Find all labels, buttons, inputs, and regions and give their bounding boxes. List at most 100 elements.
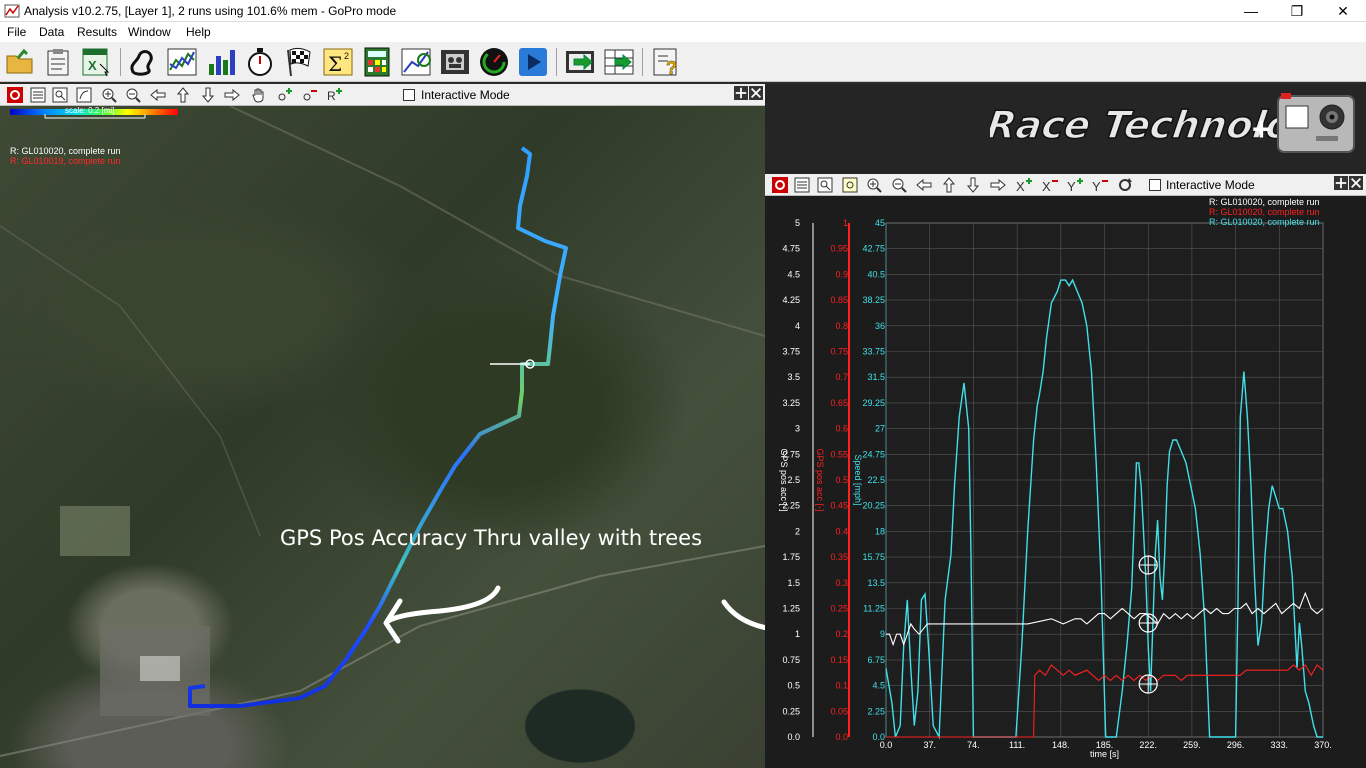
map-window: R Interactive Mode scale: 0.2 [mi] R: GL… <box>0 84 765 768</box>
annotation-text: GPS Pos Accuracy Thru valley with trees <box>280 526 703 550</box>
annotation-arrow-left <box>385 585 501 624</box>
dock-move-icon[interactable] <box>1334 176 1348 190</box>
x-tick-label: 333. <box>1271 740 1289 750</box>
y-tick-label: 18 <box>875 526 885 536</box>
x-tick-label: 222. <box>1139 740 1157 750</box>
y-tick-label: 0.5 <box>787 681 800 691</box>
y-tick-label: 3.25 <box>782 398 800 408</box>
menu-help[interactable]: Help <box>186 25 211 39</box>
y-tick-label: 2 <box>795 526 800 536</box>
y-tick-label: 0.0 <box>787 732 800 742</box>
x-add-icon[interactable]: X <box>1016 177 1032 193</box>
calculator-icon[interactable] <box>361 46 393 78</box>
y-tick-label: 4.5 <box>787 269 800 279</box>
line-graph-icon[interactable] <box>166 46 198 78</box>
y-tick-label: 33.75 <box>862 347 885 357</box>
y-axis-label: GPS pos acc [-] <box>815 448 825 511</box>
y-tick-label: 0.75 <box>782 655 800 665</box>
hand-pan-icon[interactable] <box>251 87 267 103</box>
graph-toolbar: X X Y Y Interactive Mode <box>765 174 1366 196</box>
graph-interactive-mode-checkbox[interactable] <box>1149 179 1161 191</box>
open-folder-icon[interactable] <box>4 46 36 78</box>
play-icon[interactable] <box>517 46 549 78</box>
map-view[interactable]: scale: 0.2 [mi] R: GL010020, complete ru… <box>0 106 765 768</box>
x-tick-label: 37. <box>923 740 936 750</box>
arrow-up-icon[interactable] <box>175 87 191 103</box>
arrow-left-icon[interactable] <box>150 87 166 103</box>
export-video-icon[interactable] <box>564 46 596 78</box>
bar-chart-icon[interactable] <box>205 46 237 78</box>
graph-close-icon[interactable] <box>1349 176 1363 190</box>
y-tick-label: 0.35 <box>830 552 848 562</box>
refresh-icon[interactable] <box>1117 177 1133 193</box>
y-axis-label: Speed [mph] <box>853 454 863 505</box>
excel-icon[interactable]: X <box>80 46 112 78</box>
settings-icon[interactable] <box>772 177 788 193</box>
menu-results[interactable]: Results <box>77 25 117 39</box>
minimize-button[interactable]: — <box>1228 0 1274 22</box>
reset-marker-icon[interactable]: R <box>326 87 342 103</box>
zoom-in-icon[interactable] <box>101 87 117 103</box>
svg-text:?: ? <box>666 58 677 78</box>
y-tick-label: 5 <box>795 218 800 228</box>
svg-text:X: X <box>1016 179 1025 193</box>
add-marker-icon[interactable] <box>276 87 292 103</box>
x-tick-label: 148. <box>1052 740 1070 750</box>
checkered-flag-icon[interactable] <box>283 46 315 78</box>
gauge-icon[interactable] <box>478 46 510 78</box>
video-icon[interactable] <box>439 46 471 78</box>
dock-move-icon[interactable] <box>734 86 748 100</box>
arrow-right-icon[interactable] <box>990 177 1006 193</box>
menu-data[interactable]: Data <box>39 25 64 39</box>
app-icon <box>4 4 20 18</box>
track-map-icon[interactable] <box>127 46 159 78</box>
y-tick-label: 0.05 <box>830 706 848 716</box>
arrow-down-icon[interactable] <box>200 87 216 103</box>
clipboard-icon[interactable] <box>42 46 74 78</box>
map-close-icon[interactable] <box>749 86 763 100</box>
y-add-icon[interactable]: Y <box>1067 177 1083 193</box>
x-tick-label: 111. <box>1009 740 1025 750</box>
x-tick-label: 0.0 <box>880 740 893 750</box>
draw-icon[interactable] <box>76 87 92 103</box>
arrow-right-icon[interactable] <box>224 87 240 103</box>
zoom-region-icon[interactable] <box>842 177 858 193</box>
maximize-button[interactable]: ❐ <box>1274 0 1320 22</box>
xy-plot-icon[interactable] <box>400 46 432 78</box>
arrow-up-icon[interactable] <box>941 177 957 193</box>
stopwatch-icon[interactable] <box>244 46 276 78</box>
zoom-in-icon[interactable] <box>866 177 882 193</box>
menu-window[interactable]: Window <box>128 25 171 39</box>
x-remove-icon[interactable]: X <box>1042 177 1058 193</box>
svg-text:Y: Y <box>1067 179 1076 193</box>
menu-file[interactable]: File <box>7 25 26 39</box>
toolbar-separator <box>120 48 121 76</box>
export-table-icon[interactable] <box>603 46 635 78</box>
arrow-down-icon[interactable] <box>965 177 981 193</box>
scale-label: scale: 0.2 [mi] <box>65 106 115 115</box>
zoom-window-icon[interactable] <box>52 87 68 103</box>
list-icon[interactable] <box>30 87 46 103</box>
graph-window: X X Y Y Interactive Mode 0.0 0.25 0.5 0.75 1… <box>765 174 1366 768</box>
window-title: Analysis v10.2.75, [Layer 1], 2 runs usi… <box>24 4 397 18</box>
zoom-out-icon[interactable] <box>891 177 907 193</box>
y-tick-label: 0.5 <box>835 475 848 485</box>
annotation-arrow-right <box>721 599 765 631</box>
close-button[interactable]: ✕ <box>1320 0 1366 22</box>
time-graph[interactable]: 0.00.250.50.7511.251.51.7522.252.52.7533… <box>765 196 1366 768</box>
settings-icon[interactable] <box>7 87 23 103</box>
y-tick-label: 3 <box>795 424 800 434</box>
y-tick-label: 42.75 <box>862 244 885 254</box>
arrow-left-icon[interactable] <box>916 177 932 193</box>
interactive-mode-checkbox[interactable] <box>403 89 415 101</box>
list-icon[interactable] <box>794 177 810 193</box>
y-remove-icon[interactable]: Y <box>1092 177 1108 193</box>
remove-marker-icon[interactable] <box>301 87 317 103</box>
help-icon[interactable]: ? <box>650 46 682 78</box>
y-tick-label: 0.45 <box>830 501 848 511</box>
zoom-window-icon[interactable] <box>817 177 833 193</box>
sigma-icon[interactable]: Σ2 <box>322 46 354 78</box>
zoom-out-icon[interactable] <box>125 87 141 103</box>
toolbar-separator <box>556 48 557 76</box>
y-tick-label: 29.25 <box>862 398 885 408</box>
